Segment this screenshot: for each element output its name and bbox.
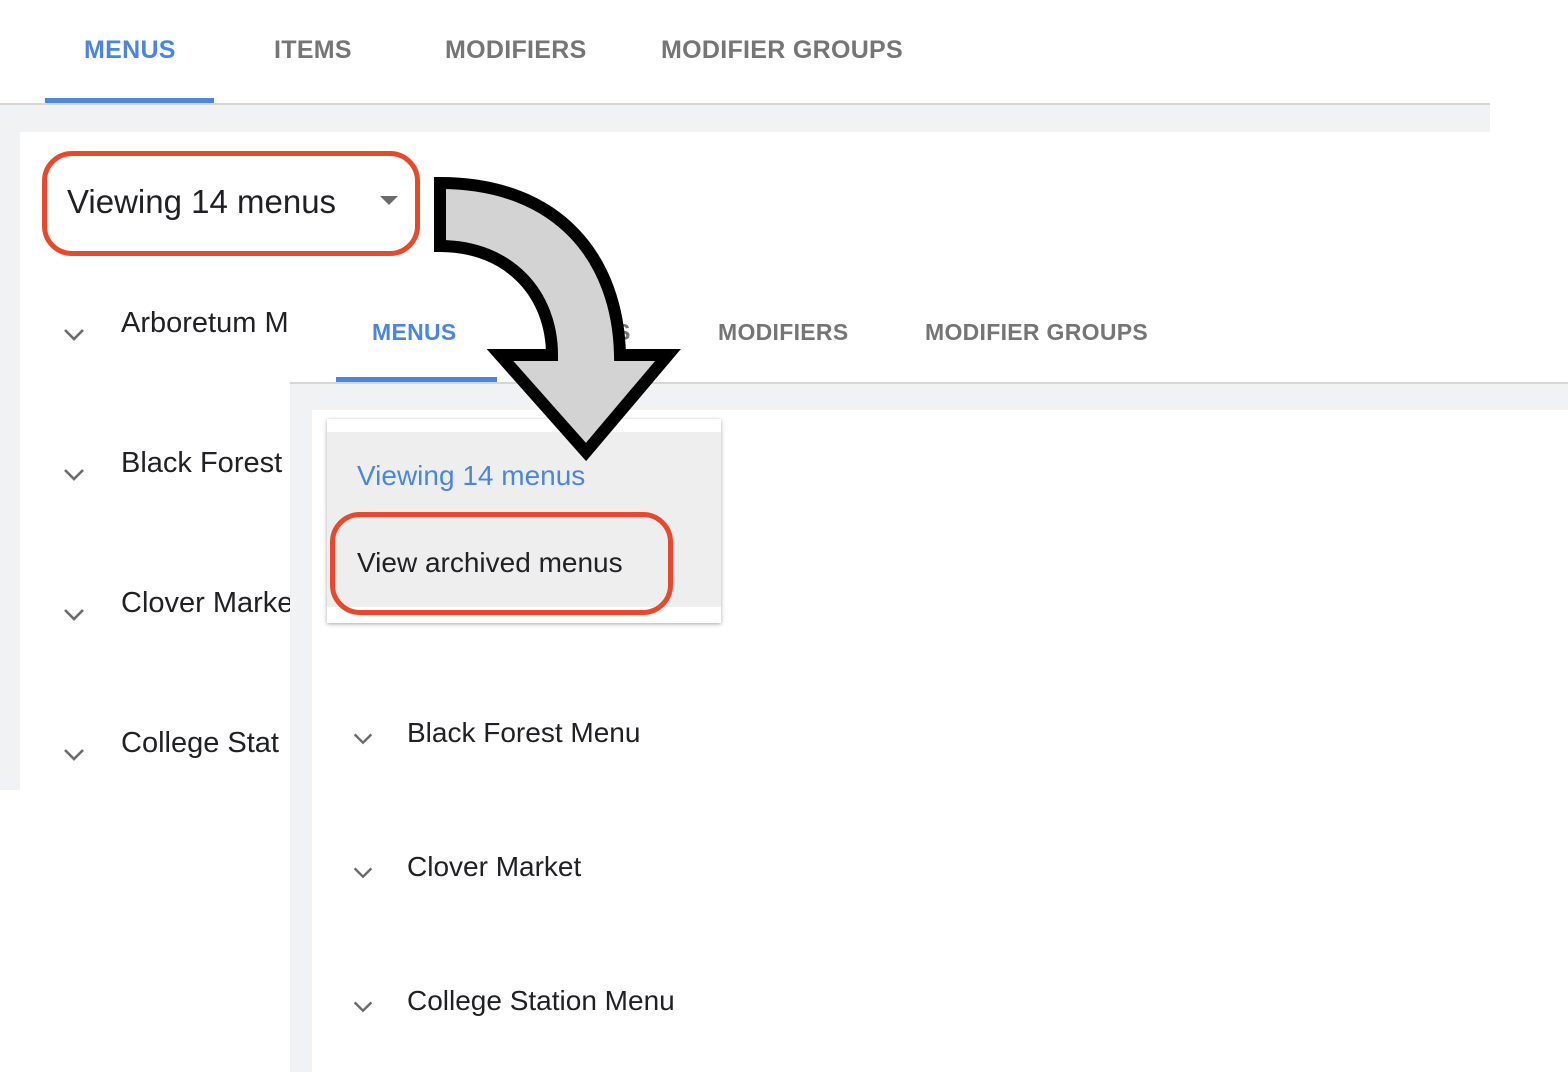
tab-modifier-groups[interactable]: MODIFIER GROUPS [925,319,1148,346]
tab-items[interactable]: ITEMS [274,36,352,65]
tab-items[interactable]: S [615,319,631,346]
menu-row[interactable]: Clover Market [350,851,950,900]
menu-row[interactable]: Black Forest Menu [350,717,950,766]
content-background [0,105,1490,132]
content-gutter [290,410,312,1072]
menu-row[interactable]: College Stat [60,727,300,801]
option-viewing-menus[interactable]: Viewing 14 menus [327,432,721,517]
highlight-circle [330,512,673,615]
tutorial-composite: MENUS ITEMS MODIFIERS MODIFIER GROUPS Vi… [0,0,1568,1072]
highlight-circle [42,151,420,256]
tab-bar: MENUS ITEMS MODIFIERS MODIFIER GROUPS [0,0,1490,103]
tab-modifier-groups[interactable]: MODIFIER GROUPS [661,36,903,65]
menu-row[interactable]: College Station Menu [350,985,950,1034]
tab-modifiers[interactable]: MODIFIERS [718,319,848,346]
content-gutter [0,132,20,790]
content-background [290,384,1568,410]
menu-row-label: Black Forest Menu [407,717,641,748]
menu-row-label: Black Forest [121,447,283,479]
tab-modifiers[interactable]: MODIFIERS [445,36,587,65]
menu-row-label: College Stat [121,727,279,759]
chevron-down-icon[interactable] [60,461,88,489]
chevron-down-icon[interactable] [60,741,88,769]
menu-row[interactable]: Black Forest [60,447,300,521]
menu-row-label: Clover Market [407,851,582,882]
menu-row[interactable]: Arboretum M [60,307,300,381]
option-label: Viewing 14 menus [357,460,586,491]
chevron-down-icon[interactable] [350,860,376,886]
tab-menus[interactable]: MENUS [84,36,176,65]
tab-bar: MENUS S MODIFIERS MODIFIER GROUPS [290,283,1568,382]
menu-row-label: Arboretum M [121,307,289,339]
chevron-down-icon[interactable] [60,601,88,629]
menus-screen-after: MENUS S MODIFIERS MODIFIER GROUPS Viewin… [290,283,1568,1072]
chevron-down-icon[interactable] [350,726,376,752]
chevron-down-icon[interactable] [350,994,376,1020]
menu-row-label: Clover Marke [121,587,294,619]
chevron-down-icon[interactable] [60,321,88,349]
tab-menus[interactable]: MENUS [372,319,457,346]
menu-row-label: College Station Menu [407,985,675,1016]
menu-row[interactable]: Clover Marke [60,587,300,661]
